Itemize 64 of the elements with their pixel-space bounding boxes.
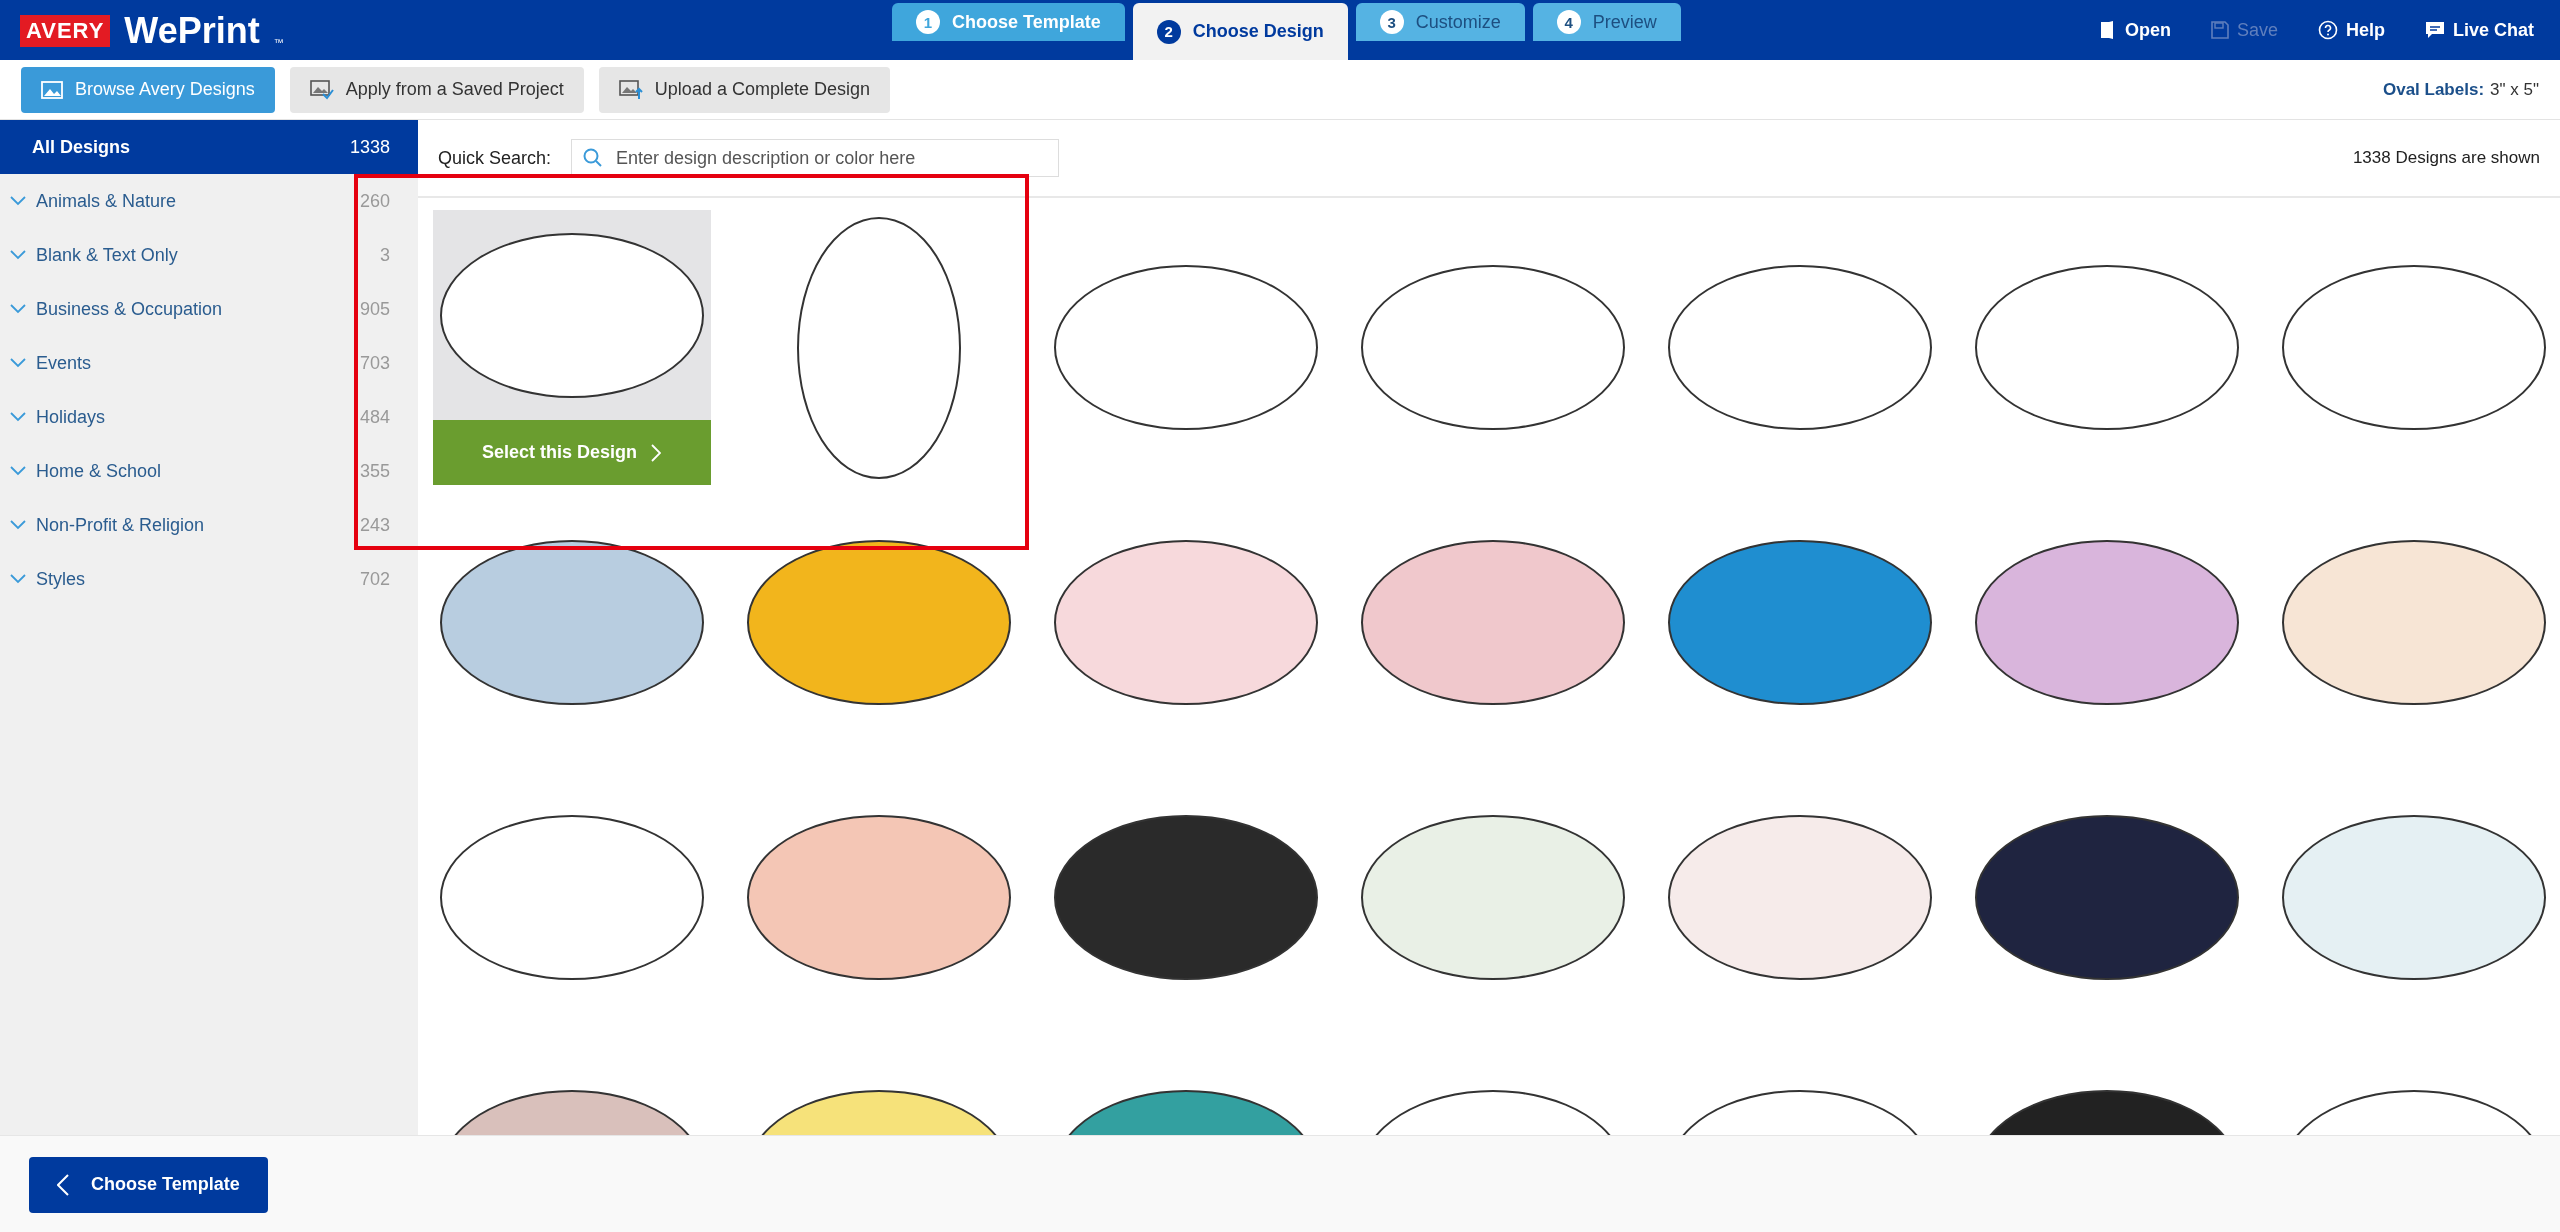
chevron-down-icon bbox=[10, 358, 26, 368]
chat-bubble-icon bbox=[2424, 21, 2445, 39]
toolbar-button[interactable]: Apply from a Saved Project bbox=[289, 66, 584, 113]
category-count: 702 bbox=[359, 568, 390, 590]
category-label: Animals & Nature bbox=[36, 190, 177, 212]
search-field[interactable]: Enter design description or color here bbox=[571, 139, 1060, 177]
category-item[interactable]: Home & School 355 bbox=[0, 444, 418, 498]
category-label: Events bbox=[36, 352, 92, 374]
category-count: 703 bbox=[359, 352, 390, 374]
search-icon bbox=[583, 148, 604, 168]
image-check-icon bbox=[309, 79, 334, 100]
category-label: Blank & Text Only bbox=[36, 244, 178, 266]
back-button[interactable]: Choose Template bbox=[29, 1156, 268, 1213]
product-size: 3" x 5" bbox=[2490, 79, 2539, 100]
chevron-left-icon bbox=[57, 1173, 69, 1196]
category-count: 3 bbox=[380, 244, 390, 266]
category-count: 243 bbox=[359, 514, 390, 536]
result-count: 1338 Designs are shown bbox=[2352, 148, 2540, 168]
category-count: 905 bbox=[359, 298, 390, 320]
category-label: Non-Profit & Religion bbox=[36, 514, 205, 536]
header-action-button[interactable]: Help bbox=[2317, 19, 2385, 41]
chevron-down-icon bbox=[10, 304, 26, 314]
step-tab[interactable]: 2 Choose Design bbox=[1132, 3, 1348, 60]
category-count: 260 bbox=[359, 190, 390, 212]
chevron-down-icon bbox=[10, 520, 26, 530]
header-action-button[interactable]: Open bbox=[2098, 19, 2171, 41]
step-number: 1 bbox=[916, 10, 940, 34]
category-count: 484 bbox=[359, 406, 390, 428]
category-item[interactable]: Business & Occupation 905 bbox=[0, 282, 418, 336]
header-action-button[interactable]: Live Chat bbox=[2424, 19, 2534, 41]
brand-logo: AVERY bbox=[20, 15, 111, 47]
trademark-sign: ™ bbox=[273, 37, 284, 48]
category-label: Styles bbox=[36, 568, 86, 590]
chevron-down-icon bbox=[10, 196, 26, 206]
category-item[interactable]: All Designs 1338 bbox=[0, 120, 418, 174]
help-icon bbox=[2317, 20, 2338, 40]
category-label: Business & Occupation bbox=[36, 298, 223, 320]
chevron-down-icon bbox=[10, 250, 26, 260]
design-card[interactable]: Select this Design bbox=[432, 210, 711, 485]
category-item[interactable]: Non-Profit & Religion 243 bbox=[0, 498, 418, 552]
category-item[interactable]: Styles 702 bbox=[0, 552, 418, 606]
image-icon bbox=[41, 80, 63, 99]
chevron-right-icon bbox=[651, 443, 662, 462]
toolbar-button[interactable]: Upload a Complete Design bbox=[598, 66, 890, 113]
category-item[interactable]: Events 703 bbox=[0, 336, 418, 390]
step-number: 3 bbox=[1379, 10, 1404, 34]
chevron-down-icon bbox=[10, 412, 26, 422]
product-name: WePrint bbox=[124, 10, 260, 52]
category-count: 1338 bbox=[349, 136, 390, 158]
category-label: All Designs bbox=[32, 136, 131, 158]
step-number: 4 bbox=[1556, 10, 1581, 34]
category-label: Holidays bbox=[36, 406, 106, 428]
image-upload-icon bbox=[618, 79, 643, 100]
category-item[interactable]: Blank & Text Only 3 bbox=[0, 228, 418, 282]
category-item[interactable]: Animals & Nature 260 bbox=[0, 174, 418, 228]
step-number: 2 bbox=[1156, 19, 1181, 44]
category-count: 355 bbox=[359, 460, 390, 482]
category-label: Home & School bbox=[36, 460, 162, 482]
search-label: Quick Search: bbox=[438, 147, 552, 169]
select-design-button[interactable]: Select this Design bbox=[432, 420, 711, 485]
chevron-down-icon bbox=[10, 574, 26, 584]
chevron-down-icon bbox=[10, 466, 26, 476]
category-item[interactable]: Holidays 484 bbox=[0, 390, 418, 444]
product-label: Oval Labels: bbox=[2382, 79, 2485, 100]
